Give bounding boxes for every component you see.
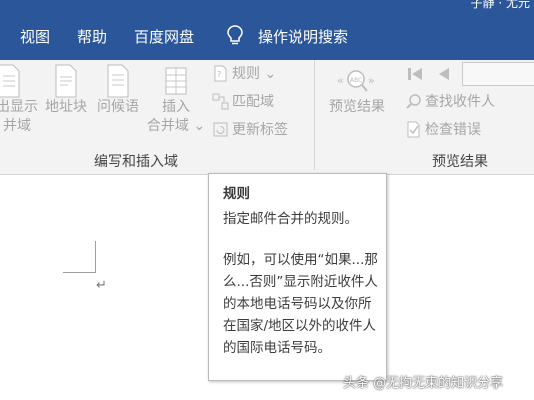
rules-button[interactable]: ? 规则 ⌄: [212, 64, 276, 84]
margin-corner-mark: [63, 272, 96, 273]
svg-text:«: «: [337, 74, 344, 87]
paragraph-mark: ↵: [96, 278, 107, 293]
table-icon: [165, 67, 187, 95]
group-divider: [314, 60, 315, 170]
group-label-write-insert: 编写和插入域: [94, 154, 178, 170]
button-label: 预览结果: [329, 99, 385, 115]
tab-help[interactable]: 帮助: [77, 26, 107, 47]
find-recipient-button[interactable]: 查找收件人: [405, 92, 495, 112]
rules-icon: ?: [214, 65, 227, 82]
group-label-preview-results: 预览结果: [432, 154, 488, 170]
button-label: 并域: [3, 118, 31, 134]
margin-corner-mark: [95, 241, 96, 273]
check-errors-label: 检查错误: [425, 122, 481, 138]
highlight-merge-fields-button[interactable]: 出显示 并域: [0, 64, 40, 136]
insert-merge-field-button[interactable]: 插入 合并域 ⌄: [146, 64, 206, 136]
svg-text:?: ?: [217, 70, 221, 79]
match-fields-button[interactable]: 匹配域: [212, 92, 274, 112]
match-fields-icon: [212, 93, 229, 110]
update-labels-icon: [213, 122, 228, 137]
check-errors-button[interactable]: 检查错误: [405, 120, 481, 140]
match-fields-label: 匹配域: [232, 94, 274, 110]
menu-bar: 视图 帮助 百度网盘 操作说明搜索: [0, 14, 534, 60]
preview-abc-icon: « ABC »: [337, 70, 375, 92]
button-label: 地址块: [45, 99, 87, 115]
svg-text:»: »: [368, 74, 375, 87]
tooltip-description: 指定邮件合并的规则。: [223, 211, 358, 227]
watermark: 头条 @无拘无束的知识分享: [343, 376, 504, 391]
tab-baidu-netdisk[interactable]: 百度网盘: [134, 26, 194, 47]
greeting-line-icon: [107, 64, 129, 98]
title-bar: 子静 · 尤元: [0, 0, 534, 14]
address-block-button[interactable]: 地址块: [43, 64, 89, 117]
button-label: 插入: [162, 99, 190, 115]
find-recipient-icon: [406, 94, 421, 109]
address-block-icon: [55, 64, 77, 98]
update-labels-button[interactable]: 更新标签: [212, 120, 288, 140]
lightbulb-icon[interactable]: [226, 24, 244, 48]
preview-results-button[interactable]: « ABC » 预览结果: [324, 66, 390, 117]
previous-record-icon[interactable]: [437, 66, 451, 82]
update-labels-label: 更新标签: [232, 122, 288, 138]
button-label: 合并域 ⌄: [146, 118, 206, 134]
document-icon: [0, 64, 20, 98]
ribbon: 出显示 并域 地址块 问候语 插入 合并域 ⌄ ? 规则 ⌄ 匹配域 更新标签 …: [0, 60, 534, 175]
account-name[interactable]: 子静 · 尤元: [471, 0, 530, 11]
button-label: 问候语: [97, 99, 139, 115]
find-recipient-label: 查找收件人: [425, 94, 495, 110]
rules-tooltip: 规则 指定邮件合并的规则。 例如，可以使用“如果...那么...否则”显示附近收…: [208, 173, 387, 381]
tell-me-search[interactable]: 操作说明搜索: [258, 26, 348, 47]
greeting-line-button[interactable]: 问候语: [95, 64, 141, 117]
svg-text:ABC: ABC: [350, 77, 362, 84]
record-number-field[interactable]: [462, 62, 534, 86]
tab-view[interactable]: 视图: [20, 26, 50, 47]
button-label: 出显示: [0, 99, 38, 115]
first-record-icon[interactable]: [406, 66, 424, 82]
check-errors-icon: [407, 121, 420, 138]
tooltip-example: 例如，可以使用“如果...那么...否则”显示附近收件人的本地电话号码以及你所在…: [223, 252, 378, 356]
rules-label: 规则 ⌄: [232, 66, 277, 82]
tooltip-title: 规则: [223, 186, 250, 202]
